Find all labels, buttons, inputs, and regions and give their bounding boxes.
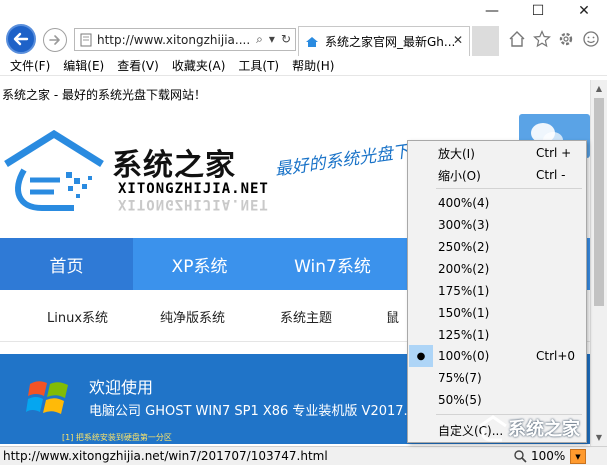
tab-title: 系统之家官网_最新Gh... (325, 35, 456, 49)
status-bar: http://www.xitongzhijia.net/win7/201707/… (0, 446, 607, 465)
logo-domain: XITONGZHIJIA.NET (118, 181, 269, 197)
zoom-dropdown-button[interactable]: ▼ (570, 449, 586, 464)
menu-item-label: 150%(1) (438, 306, 490, 320)
title-bar: — ☐ ✕ (0, 0, 607, 22)
forward-arrow-icon (49, 35, 60, 45)
forward-button[interactable] (43, 28, 67, 52)
address-input[interactable]: http://www.xitongzhijia.... ⌕ ▾ ↻ (74, 28, 296, 51)
menu-item-label: 缩小(O) (438, 168, 481, 183)
nav-home[interactable]: 首页 (0, 238, 133, 290)
menu-file[interactable]: 文件(F) (4, 57, 57, 74)
nav-theme[interactable]: 系统主题 (280, 290, 332, 342)
watermark: 系统之家 (468, 410, 607, 446)
chevron-down-icon[interactable]: ▾ (269, 32, 275, 47)
windows-logo-icon (26, 381, 68, 414)
zoom-150-item[interactable]: 150%(1) (408, 302, 586, 324)
close-window-button[interactable]: ✕ (561, 0, 607, 22)
zoom-level-text: 100% (531, 449, 566, 463)
favorites-bar: 系统之家 - 最好的系统光盘下载网站！ (0, 80, 590, 108)
address-text: http://www.xitongzhijia.... (97, 32, 251, 47)
menu-item-label: 100%(0) (438, 349, 490, 363)
scroll-up-icon[interactable]: ▲ (591, 80, 607, 97)
zoom-100-item[interactable]: 100%(0) Ctrl+0 (408, 345, 586, 367)
minimize-button[interactable]: — (469, 0, 515, 22)
menu-item-label: 175%(1) (438, 284, 490, 298)
vertical-scrollbar[interactable]: ▲ ▼ (590, 80, 607, 446)
zoom-300-item[interactable]: 300%(3) (408, 214, 586, 236)
menu-item-label: 250%(2) (438, 240, 490, 254)
menu-item-shortcut: Ctrl+0 (536, 349, 576, 363)
page-icon (80, 33, 92, 46)
menu-item-label: 75%(7) (438, 371, 482, 385)
nav-linux[interactable]: Linux系统 (47, 290, 108, 342)
zoom-400-item[interactable]: 400%(4) (408, 192, 586, 214)
close-icon: ✕ (578, 3, 590, 19)
refresh-icon[interactable]: ↻ (281, 32, 291, 47)
zoom-175-item[interactable]: 175%(1) (408, 280, 586, 302)
zoom-menu: ● 放大(I) Ctrl + 缩小(O) Ctrl - 400%(4) 300%… (407, 140, 587, 443)
watermark-logo-icon (479, 415, 507, 442)
zoom-level-button[interactable]: 100% (513, 448, 565, 464)
banner-welcome: 欢迎使用 (89, 378, 154, 397)
menu-separator (436, 188, 582, 189)
banner-title: 电脑公司 GHOST WIN7 SP1 X86 专业装机版 V2017.08 (89, 404, 425, 419)
menu-edit[interactable]: 编辑(E) (57, 57, 111, 74)
chevron-down-icon: ▼ (575, 452, 581, 461)
zoom-250-item[interactable]: 250%(2) (408, 236, 586, 258)
nav-xp[interactable]: XP系统 (133, 238, 266, 290)
search-icon[interactable]: ⌕ (256, 32, 263, 47)
menu-item-label: 300%(3) (438, 218, 490, 232)
nav-win7-label: Win7系统 (294, 256, 371, 277)
nav-xp-label: XP系统 (171, 256, 228, 277)
zoom-125-item[interactable]: 125%(1) (408, 324, 586, 346)
scrollbar-thumb[interactable] (594, 98, 604, 306)
zoom-out-item[interactable]: 缩小(O) Ctrl - (408, 164, 586, 186)
zoom-in-item[interactable]: 放大(I) Ctrl + (408, 142, 586, 164)
back-arrow-icon (13, 32, 29, 46)
menu-view[interactable]: 查看(V) (111, 57, 166, 74)
site-slogan: 最好的系统光盘下 (273, 141, 412, 181)
new-tab-button[interactable] (472, 26, 499, 56)
menu-item-label: 放大(I) (438, 146, 475, 161)
site-tagline-link[interactable]: 系统之家 - 最好的系统光盘下载网站！ (2, 86, 206, 103)
nav-win7[interactable]: Win7系统 (266, 238, 399, 290)
banner-hint: [1] 把系统安装到硬盘第一分区 (62, 433, 172, 442)
smiley-icon[interactable] (581, 29, 601, 49)
magnifier-icon (514, 450, 527, 463)
zoom-50-item[interactable]: 50%(5) (408, 389, 586, 411)
menu-item-label: 400%(4) (438, 196, 490, 210)
menu-item-shortcut: Ctrl - (536, 168, 566, 182)
logo-title[interactable]: 系统之家 (112, 140, 236, 184)
menu-bar: 文件(F) 编辑(E) 查看(V) 收藏夹(A) 工具(T) 帮助(H) (0, 56, 607, 76)
site-logo-icon[interactable] (4, 130, 104, 214)
home-icon[interactable] (507, 29, 527, 49)
gear-icon[interactable] (556, 29, 576, 49)
tab-close-icon[interactable]: ✕ (453, 33, 463, 47)
menu-help[interactable]: 帮助(H) (286, 57, 341, 74)
menu-item-shortcut: Ctrl + (536, 146, 572, 160)
star-icon[interactable] (532, 29, 552, 49)
site-favicon-icon (306, 36, 318, 47)
menu-favorites[interactable]: 收藏夹(A) (166, 57, 233, 74)
menu-item-label: 50%(5) (438, 393, 482, 407)
watermark-text: 系统之家 (508, 419, 580, 440)
logo-domain-reflection: XITONGZHIJIA.NET (118, 196, 269, 212)
zoom-75-item[interactable]: 75%(7) (408, 367, 586, 389)
back-button[interactable] (6, 24, 36, 54)
menu-item-label: 200%(2) (438, 262, 490, 276)
minimize-icon: — (485, 3, 499, 19)
navigation-bar: http://www.xitongzhijia.... ⌕ ▾ ↻ 系统之家官网… (0, 22, 607, 56)
menu-item-label: 125%(1) (438, 328, 490, 342)
maximize-icon: ☐ (531, 3, 545, 19)
maximize-button[interactable]: ☐ (515, 0, 561, 22)
tab-active[interactable]: 系统之家官网_最新Gh... ✕ (298, 26, 470, 56)
status-link-url: http://www.xitongzhijia.net/win7/201707/… (3, 449, 328, 463)
menu-tools[interactable]: 工具(T) (232, 57, 286, 74)
nav-pure[interactable]: 纯净版系统 (160, 290, 225, 342)
nav-mouse[interactable]: 鼠 (386, 290, 399, 342)
zoom-200-item[interactable]: 200%(2) (408, 258, 586, 280)
nav-home-label: 首页 (49, 256, 84, 277)
